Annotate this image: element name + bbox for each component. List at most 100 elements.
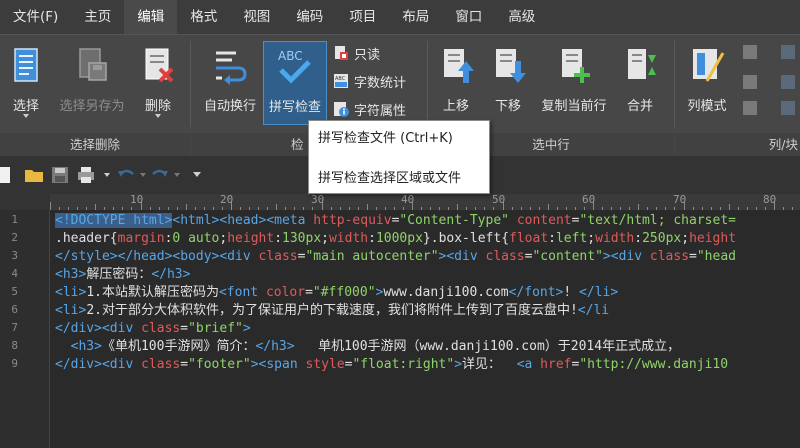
column-tool-icon[interactable] — [743, 75, 757, 89]
customize-toolbar-icon[interactable] — [193, 172, 201, 177]
move-down-button[interactable]: 下移 — [486, 41, 530, 125]
copy-current-line-label: 复制当前行 — [541, 99, 607, 114]
line-number: 7 — [11, 321, 18, 334]
chevron-down-icon[interactable] — [140, 173, 146, 177]
code-token: <li> — [55, 285, 87, 300]
move-up-button[interactable]: 上移 — [434, 41, 478, 125]
column-mode-button[interactable]: 列模式 — [681, 41, 733, 125]
chevron-down-icon[interactable] — [104, 173, 110, 177]
code-line[interactable]: .header{margin:0 auto;height:130px;width… — [55, 230, 736, 248]
menu-window[interactable]: 窗口 — [442, 0, 495, 34]
code-token: : — [548, 231, 556, 246]
code-token: </h3> — [255, 339, 295, 354]
code-line[interactable]: <!DOCTYPE html><html><head><meta http-eq… — [55, 212, 736, 230]
menu-home[interactable]: 主页 — [71, 0, 124, 34]
code-token: content — [516, 213, 572, 228]
code-line[interactable]: <li>2.对于部分大体积软件，为了保证用户的下载速度，我们将附件上传到了百度云… — [55, 302, 609, 320]
code-token: "content" — [532, 249, 603, 264]
svg-text:ABC: ABC — [278, 49, 303, 63]
code-line[interactable]: </style></head><body><div class="main au… — [55, 248, 736, 266]
menu-advanced[interactable]: 高级 — [495, 0, 548, 34]
column-tool-icon[interactable] — [743, 101, 757, 115]
delete-label: 删除 — [144, 99, 171, 114]
code-token: </li> — [579, 285, 619, 300]
auto-wrap-button[interactable]: 自动换行 — [197, 41, 263, 125]
code-token: ><div — [438, 249, 486, 264]
code-token: <!DOCTYPE html> — [55, 213, 173, 228]
chevron-down-icon[interactable] — [174, 173, 180, 177]
line-number: 6 — [11, 303, 18, 316]
code-token: left — [555, 231, 588, 246]
code-token: <a — [516, 357, 541, 372]
code-token: class — [141, 357, 181, 372]
spell-check-button[interactable]: ABC 拼写检查 — [263, 41, 327, 125]
ruler-tick — [231, 202, 232, 210]
redo-icon[interactable] — [150, 165, 170, 185]
readonly-button[interactable]: 只读 — [333, 41, 380, 65]
word-count-icon: ABC — [333, 73, 349, 89]
open-folder-icon[interactable] — [24, 165, 44, 185]
menu-encoding[interactable]: 编码 — [283, 0, 336, 34]
tooltip-description: 拼写检查选择区域或文件 — [318, 171, 462, 186]
code-line[interactable]: </div><div class="brief"> — [55, 320, 251, 338]
code-token: "text/html; charset= — [579, 213, 736, 228]
code-token: 0 auto — [172, 231, 220, 246]
select-button[interactable]: 选择 — [4, 41, 48, 125]
column-tool-icon[interactable] — [781, 101, 795, 115]
code-token: ; — [321, 231, 329, 246]
new-file-icon[interactable] — [0, 165, 14, 185]
line-number: 8 — [11, 339, 18, 352]
code-token: class — [485, 249, 525, 264]
group-label-column: 列/块 — [675, 133, 800, 157]
code-editor[interactable]: <!DOCTYPE html><html><head><meta http-eq… — [51, 210, 800, 448]
undo-icon[interactable] — [116, 165, 136, 185]
lock-icon — [333, 45, 349, 61]
menu-format[interactable]: 格式 — [177, 0, 230, 34]
menu-edit[interactable]: 编辑 — [124, 0, 178, 34]
code-token: <html><head><meta — [172, 213, 314, 228]
group-column: 列模式 列/块 — [675, 35, 800, 157]
code-line[interactable]: <li>1.本站默认解压密码为<font color="#ff000">www.… — [55, 284, 618, 302]
code-line[interactable]: </div><div class="footer"><span style="f… — [55, 356, 728, 374]
code-token: 250px — [642, 231, 682, 246]
merge-button[interactable]: 合并 — [618, 41, 662, 125]
menu-file[interactable]: 文件(F) — [0, 0, 71, 34]
print-icon[interactable] — [76, 165, 96, 185]
code-line[interactable]: <h3>解压密码：</h3> — [55, 266, 190, 284]
code-token: www.danji100.com — [383, 285, 509, 300]
code-token: width — [595, 231, 635, 246]
group-label-select-delete: 选择删除 — [0, 133, 190, 157]
save-as-icon — [79, 48, 107, 81]
word-count-button[interactable]: ABC 字数统计 — [333, 69, 406, 93]
menu-project[interactable]: 项目 — [336, 0, 389, 34]
column-mode-label: 列模式 — [687, 99, 727, 114]
spell-check-icon: ABC — [278, 49, 311, 84]
column-tool-icon[interactable] — [781, 45, 795, 59]
merge-icon — [628, 49, 656, 79]
code-token: <li> — [55, 303, 87, 318]
code-token: ! — [563, 285, 580, 300]
column-tool-icon[interactable] — [743, 45, 757, 59]
code-token: "footer" — [188, 357, 251, 372]
code-token: "float:right" — [352, 357, 455, 372]
chevron-down-icon — [23, 114, 29, 118]
menu-view[interactable]: 视图 — [230, 0, 283, 34]
line-number: 1 — [11, 213, 18, 226]
char-props-button[interactable]: 字符属性 — [333, 97, 406, 121]
merge-label: 合并 — [626, 99, 653, 114]
code-token: = — [180, 321, 189, 336]
code-token: }.box-left{ — [422, 231, 510, 246]
ruler-tick — [774, 202, 775, 210]
column-tool-icon[interactable] — [781, 75, 795, 89]
code-token: margin — [117, 231, 165, 246]
copy-current-line-button[interactable]: 复制当前行 — [534, 41, 614, 125]
code-token: : — [274, 231, 283, 246]
delete-button[interactable]: 删除 — [136, 41, 180, 125]
select-save-as-button[interactable]: 选择另存为 — [52, 41, 132, 125]
menu-layout[interactable]: 布局 — [389, 0, 442, 34]
tooltip-title: 拼写检查文件 (Ctrl+K) — [318, 131, 453, 146]
code-token: "head — [696, 249, 736, 264]
code-line[interactable]: <h3>《单机100手游网》简介：</h3> 单机100手游网（www.danj… — [55, 338, 680, 356]
save-icon[interactable] — [50, 165, 70, 185]
